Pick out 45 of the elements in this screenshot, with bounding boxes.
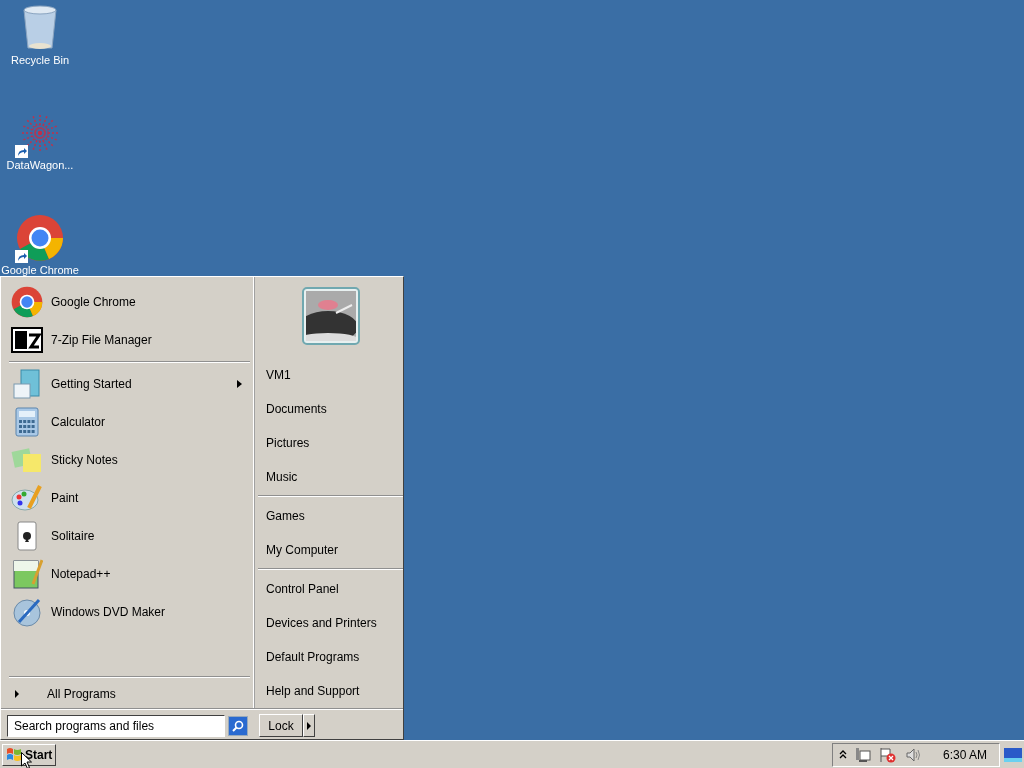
palette-icon (11, 482, 43, 514)
search-icon[interactable] (228, 715, 248, 736)
arrow-icon (307, 721, 311, 730)
menu-item[interactable]: Windows DVD Maker (7, 593, 250, 631)
menu-item[interactable]: Google Chrome (7, 283, 250, 321)
menu-item[interactable]: Notepad++ (7, 555, 250, 593)
network-icon[interactable] (854, 746, 871, 763)
speaker-icon[interactable] (904, 746, 921, 763)
menu-item[interactable]: Pictures (258, 426, 403, 460)
chevron-up-icon[interactable] (838, 749, 847, 760)
menu-item[interactable]: Control Panel (258, 572, 403, 606)
all-programs-item[interactable]: All Programs (7, 680, 250, 708)
menu-item[interactable]: Games (258, 499, 403, 533)
search-field[interactable]: Search programs and files (7, 714, 225, 737)
menu-item[interactable]: Solitaire (7, 517, 250, 555)
show-desktop-icon[interactable] (1004, 747, 1022, 762)
document-icon (11, 368, 43, 400)
menu-item[interactable]: Music (258, 460, 403, 494)
lock-button[interactable]: Lock (259, 714, 303, 737)
recycle-bin-icon[interactable] (20, 4, 60, 52)
menu-item[interactable]: Paint (7, 479, 250, 517)
flag-error-icon[interactable] (878, 746, 897, 763)
menu-item[interactable]: My Computer (258, 533, 403, 567)
menu-item[interactable]: Help and Support (258, 674, 403, 708)
menu-item[interactable]: Documents (258, 392, 403, 426)
menu-item[interactable]: Calculator (7, 403, 250, 441)
menu-item[interactable]: 7-Zip File Manager (7, 321, 250, 359)
expand-arrow-icon (15, 690, 19, 698)
menu-item[interactable]: Default Programs (258, 640, 403, 674)
chrome-icon (11, 286, 43, 318)
chrome-icon[interactable] (16, 214, 64, 262)
windows-flag-icon (6, 747, 22, 762)
menu-item[interactable]: Getting Started (7, 365, 250, 403)
disc-icon (11, 596, 43, 628)
desktop-icon-label[interactable]: Recycle Bin (10, 54, 70, 66)
menu-item[interactable]: VM1 (258, 358, 403, 392)
archive-logo-icon (11, 327, 43, 353)
desktop-icon-label[interactable]: Google Chrome (1, 264, 79, 276)
notepad-icon (11, 558, 43, 590)
clock[interactable]: 6:30 AM (942, 747, 987, 762)
power-options-button[interactable] (303, 714, 315, 737)
desktop-icon-label[interactable]: DataWagon... (6, 159, 74, 171)
menu-item[interactable]: Devices and Printers (258, 606, 403, 640)
menu-item[interactable]: Sticky Notes (7, 441, 250, 479)
start-button[interactable]: Start (2, 743, 57, 766)
